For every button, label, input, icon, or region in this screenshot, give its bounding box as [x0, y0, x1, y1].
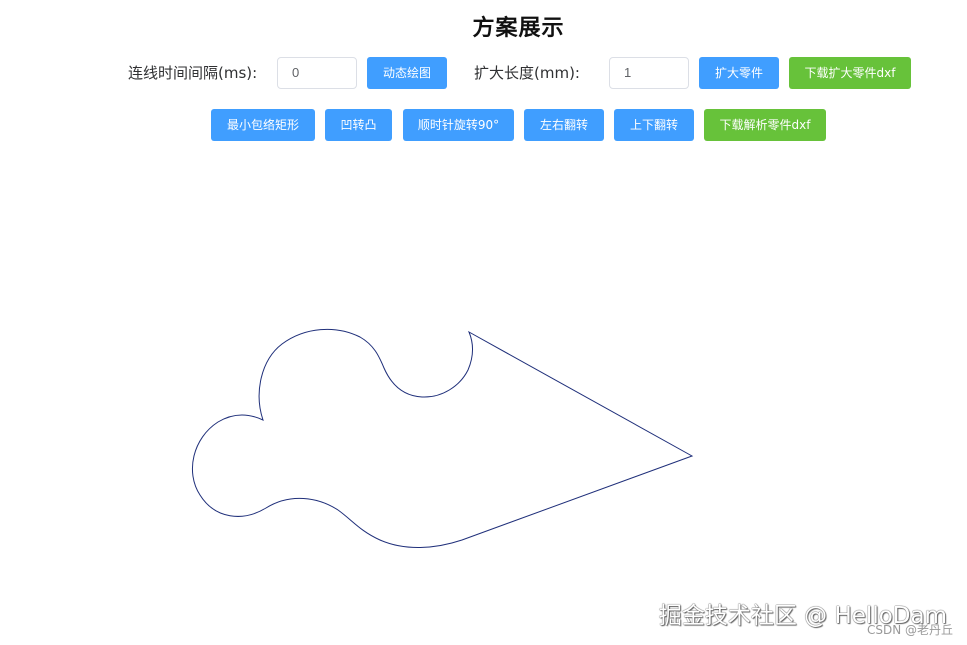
part-outline — [192, 328, 694, 548]
watermark-sub: CSDN @老丹丘 — [866, 623, 953, 637]
page: 方案展示 连线时间间隔(ms): 0 动态绘图 扩大长度(mm): 1 扩大零件… — [0, 0, 967, 645]
drawing-canvas — [192, 328, 694, 548]
